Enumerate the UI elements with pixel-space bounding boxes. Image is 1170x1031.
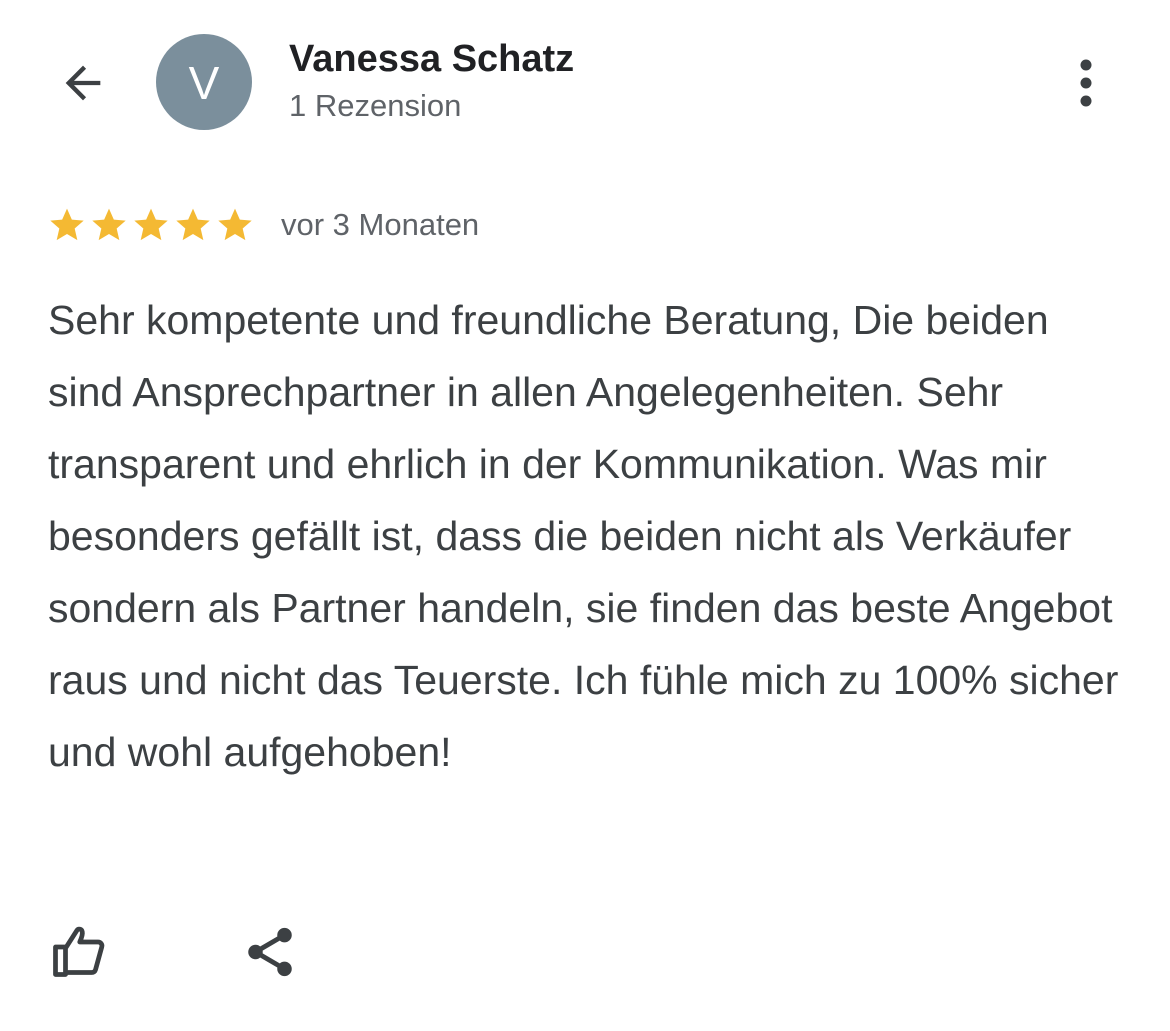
star-icon: [176, 208, 210, 241]
star-icon: [134, 208, 168, 241]
arrow-back-icon: [65, 65, 101, 101]
back-button[interactable]: [50, 52, 116, 114]
share-button[interactable]: [232, 916, 308, 988]
avatar-letter: V: [188, 57, 220, 109]
share-icon: [248, 927, 292, 977]
like-button[interactable]: [40, 916, 116, 988]
rating-row: vor 3 Monaten: [47, 202, 479, 248]
more-vert-icon: [1080, 59, 1092, 107]
review-text: Sehr kompetente und freundliche Beratung…: [48, 297, 1119, 775]
star-rating: [47, 205, 257, 245]
review-date: vor 3 Monaten: [281, 207, 480, 242]
star-icon: [92, 208, 126, 241]
avatar[interactable]: V: [156, 34, 252, 130]
star-icon: [50, 208, 84, 241]
star-icon: [218, 208, 252, 241]
thumbs-up-icon: [53, 926, 105, 977]
more-options-button[interactable]: [1062, 52, 1110, 114]
reviewer-name[interactable]: Vanessa Schatz: [289, 38, 574, 81]
review-count: 1 Rezension: [289, 88, 462, 123]
review-header: V Vanessa Schatz 1 Rezension: [0, 0, 1170, 170]
review-actions: [40, 916, 308, 988]
